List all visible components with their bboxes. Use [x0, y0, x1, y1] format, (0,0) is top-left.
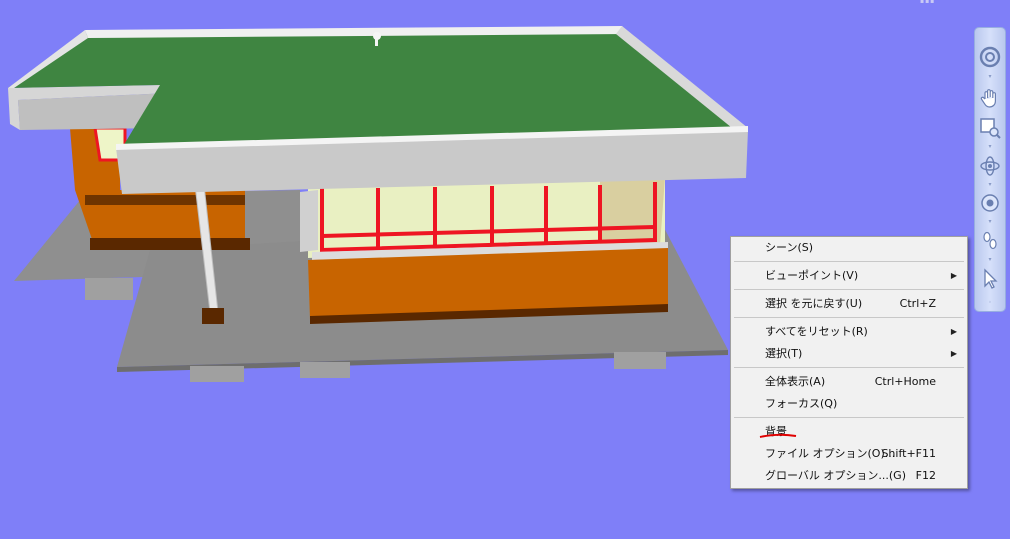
select-icon[interactable]	[978, 267, 1002, 291]
footing	[300, 362, 350, 378]
context-menu: シーン(S) ビューポイント(V) ▶ 選択 を元に戻す(U) Ctrl+Z す…	[730, 236, 968, 489]
chevron-down-icon[interactable]: ▾	[975, 257, 1005, 263]
left-wing-skirt	[85, 195, 245, 205]
submenu-arrow-icon: ▶	[950, 327, 957, 336]
menu-separator	[734, 417, 964, 418]
look-icon[interactable]	[978, 191, 1002, 215]
menu-item-label: シーン(S)	[765, 241, 814, 254]
menu-item-global-options[interactable]: グローバル オプション...(G) F12	[733, 466, 965, 486]
chevron-down-icon[interactable]: ▾	[975, 144, 1005, 150]
submenu-arrow-icon: ▶	[950, 349, 957, 358]
menu-item-label: 選択(T)	[765, 347, 803, 360]
menu-item-label: ビューポイント(V)	[765, 269, 859, 282]
menu-separator	[734, 261, 964, 262]
menu-item-label: すべてをリセット(R)	[765, 325, 868, 338]
menu-item-shortcut: F12	[915, 469, 936, 482]
navigation-bar: ▾ ▾ ▾ ▾ ▾ ◦	[974, 27, 1006, 312]
pan-icon[interactable]	[978, 86, 1002, 110]
menu-item-scene[interactable]: シーン(S)	[733, 238, 965, 258]
annotation-underline	[759, 433, 797, 438]
steering-wheel-icon[interactable]	[978, 45, 1002, 69]
submenu-arrow-icon: ▶	[950, 271, 957, 280]
footing	[614, 352, 666, 369]
menu-item-reset-all[interactable]: すべてをリセット(R) ▶	[733, 322, 965, 342]
menu-item-shortcut: Shift+F11	[881, 447, 936, 460]
chevron-down-icon[interactable]: ▾	[975, 74, 1005, 80]
menu-item-focus[interactable]: フォーカス(Q)	[733, 394, 965, 414]
menu-item-label: 全体表示(A)	[765, 375, 826, 388]
menu-item-view-all[interactable]: 全体表示(A) Ctrl+Home	[733, 372, 965, 392]
menu-separator	[734, 367, 964, 368]
menu-item-label: ファイル オプション(O)...	[765, 447, 896, 460]
menu-item-label: フォーカス(Q)	[765, 397, 838, 410]
orbit-icon[interactable]	[978, 154, 1002, 178]
menu-item-label: 選択 を元に戻す(U)	[765, 297, 863, 310]
left-wing-base	[90, 238, 250, 250]
menu-item-select[interactable]: 選択(T) ▶	[733, 344, 965, 364]
menu-item-file-options[interactable]: ファイル オプション(O)... Shift+F11	[733, 444, 965, 464]
menu-item-label: グローバル オプション...(G)	[765, 469, 906, 482]
menu-item-undo-select[interactable]: 選択 を元に戻す(U) Ctrl+Z	[733, 294, 965, 314]
zoom-window-icon[interactable]	[978, 116, 1002, 140]
footing	[190, 366, 244, 382]
menu-item-shortcut: Ctrl+Home	[874, 375, 936, 388]
footing	[85, 278, 133, 300]
chevron-down-icon[interactable]: ▾	[975, 219, 1005, 225]
top-edge-glyph: ▪▪▪	[920, 0, 936, 4]
navbar-options-icon[interactable]: ◦	[975, 300, 1005, 306]
roof-drain-pipe	[375, 38, 378, 46]
walk-icon[interactable]	[978, 229, 1002, 253]
menu-separator	[734, 317, 964, 318]
menu-item-viewpoint[interactable]: ビューポイント(V) ▶	[733, 266, 965, 286]
menu-item-shortcut: Ctrl+Z	[899, 297, 936, 310]
menu-separator	[734, 289, 964, 290]
main-room-return	[300, 190, 318, 252]
column-base	[202, 308, 224, 324]
chevron-down-icon[interactable]: ▾	[975, 182, 1005, 188]
